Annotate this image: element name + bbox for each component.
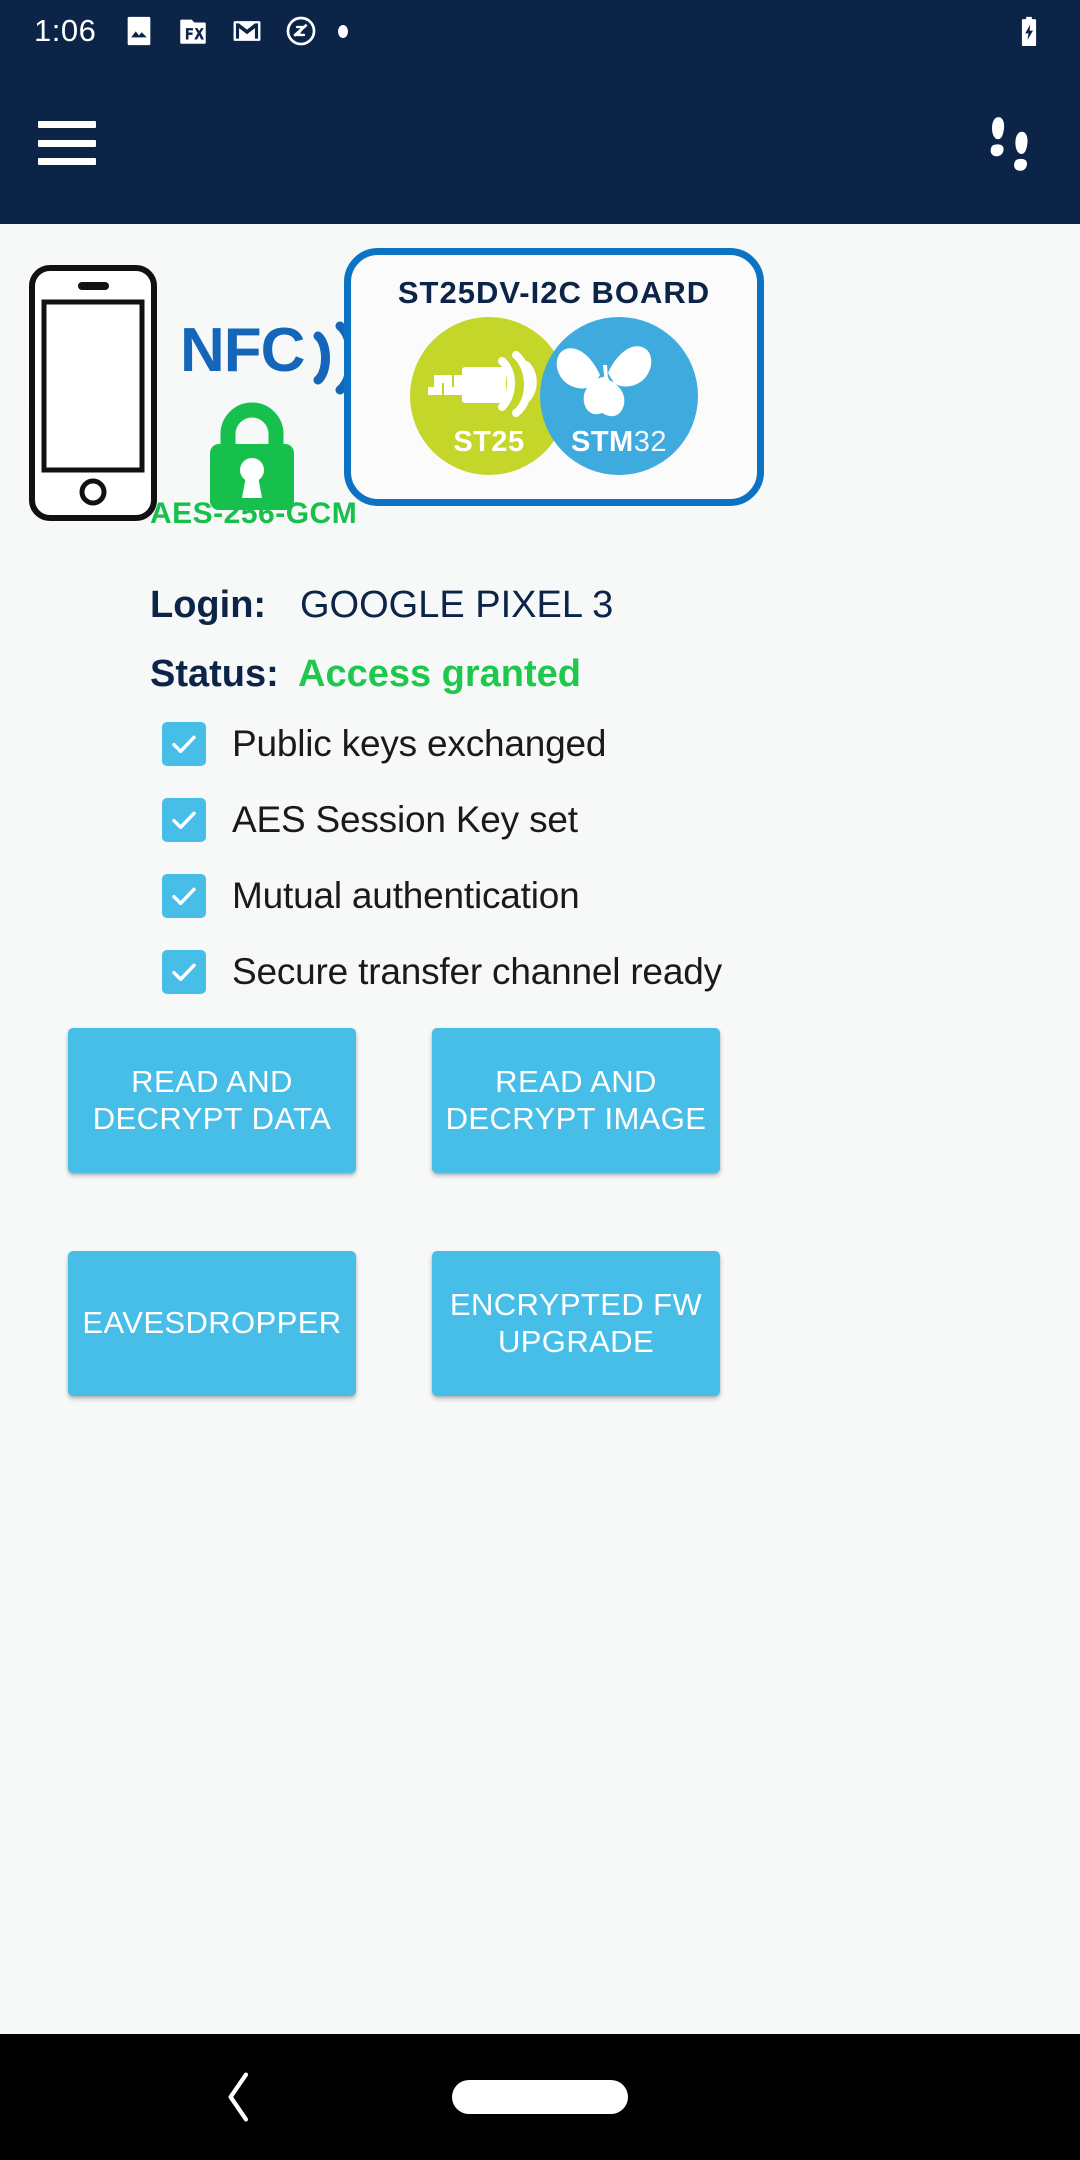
checkmark-icon bbox=[172, 963, 196, 982]
app-screen: 1:06 NFC AES-256-GCM ST25DV-I2C BOARD ST… bbox=[0, 0, 1080, 2160]
stm32-logo-text: STM32 bbox=[571, 426, 667, 458]
back-chevron-icon[interactable] bbox=[222, 2069, 256, 2125]
checklist-item[interactable]: Mutual authentication bbox=[162, 874, 1080, 918]
status-bar-system-icons bbox=[1012, 14, 1046, 48]
butterfly-icon bbox=[556, 346, 652, 417]
checkbox-mutual-authentication[interactable] bbox=[162, 874, 206, 918]
st25-chip-icon bbox=[428, 351, 537, 417]
session-info: Login: GOOGLE PIXEL 3 Status: Access gra… bbox=[150, 584, 1080, 696]
checkbox-secure-channel[interactable] bbox=[162, 950, 206, 994]
status-bar-notification-icons bbox=[122, 14, 1012, 48]
eavesdropper-button[interactable]: EAVESDROPPER bbox=[68, 1251, 356, 1396]
smartphone-outline-icon bbox=[29, 265, 157, 521]
gmail-icon bbox=[233, 21, 261, 41]
battery-charging-icon bbox=[1021, 16, 1037, 47]
app-bar bbox=[0, 62, 1080, 224]
aes-cipher-label: AES-256-GCM bbox=[150, 497, 358, 530]
checkmark-icon bbox=[172, 887, 196, 906]
security-checklist: Public keys exchanged AES Session Key se… bbox=[162, 722, 1080, 994]
checklist-item-label: Public keys exchanged bbox=[232, 723, 607, 764]
hero-illustration: NFC AES-256-GCM ST25DV-I2C BOARD ST25 ST… bbox=[0, 242, 1080, 562]
checkmark-icon bbox=[172, 811, 196, 830]
st25-logo-text: ST25 bbox=[453, 426, 525, 458]
checklist-item[interactable]: AES Session Key set bbox=[162, 798, 1080, 842]
action-buttons: READ AND DECRYPT DATA READ AND DECRYPT I… bbox=[68, 1028, 1080, 1396]
encrypted-fw-upgrade-button[interactable]: ENCRYPTED FW UPGRADE bbox=[432, 1251, 720, 1396]
system-navigation-bar bbox=[0, 2034, 1080, 2160]
status-badge: Access granted bbox=[298, 653, 582, 695]
board-card: ST25DV-I2C BOARD ST25 STM32 bbox=[344, 248, 764, 506]
login-label: Login: bbox=[150, 584, 267, 626]
status-row: Status: Access granted bbox=[150, 653, 1080, 696]
board-title: ST25DV-I2C BOARD bbox=[397, 275, 711, 310]
checkbox-public-keys[interactable] bbox=[162, 722, 206, 766]
login-row: Login: GOOGLE PIXEL 3 bbox=[150, 584, 1080, 627]
checklist-item-label: Secure transfer channel ready bbox=[232, 951, 722, 992]
board-logos: ST25 STM32 bbox=[410, 317, 698, 475]
status-bar-clock: 1:06 bbox=[34, 13, 97, 48]
do-not-disturb-icon bbox=[286, 16, 316, 46]
home-pill-icon[interactable] bbox=[452, 2080, 628, 2114]
checkmark-icon bbox=[172, 735, 196, 754]
checkbox-aes-session-key[interactable] bbox=[162, 798, 206, 842]
status-label: Status: bbox=[150, 653, 279, 695]
nfc-label: NFC bbox=[180, 316, 305, 385]
read-decrypt-data-button[interactable]: READ AND DECRYPT DATA bbox=[68, 1028, 356, 1173]
login-value: GOOGLE PIXEL 3 bbox=[300, 584, 614, 626]
stm32-logo: STM32 bbox=[540, 317, 698, 475]
checklist-item[interactable]: Public keys exchanged bbox=[162, 722, 1080, 766]
checklist-item-label: Mutual authentication bbox=[232, 875, 580, 916]
status-bar: 1:06 bbox=[0, 0, 1080, 62]
read-decrypt-image-button[interactable]: READ AND DECRYPT IMAGE bbox=[432, 1028, 720, 1173]
photos-icon bbox=[128, 16, 151, 46]
notification-dot-icon bbox=[338, 24, 349, 38]
footprints-icon[interactable] bbox=[976, 107, 1042, 179]
file-explorer-icon bbox=[180, 19, 207, 44]
hamburger-menu-icon[interactable] bbox=[38, 121, 96, 165]
checklist-item[interactable]: Secure transfer channel ready bbox=[162, 950, 1080, 994]
checklist-item-label: AES Session Key set bbox=[232, 799, 578, 840]
